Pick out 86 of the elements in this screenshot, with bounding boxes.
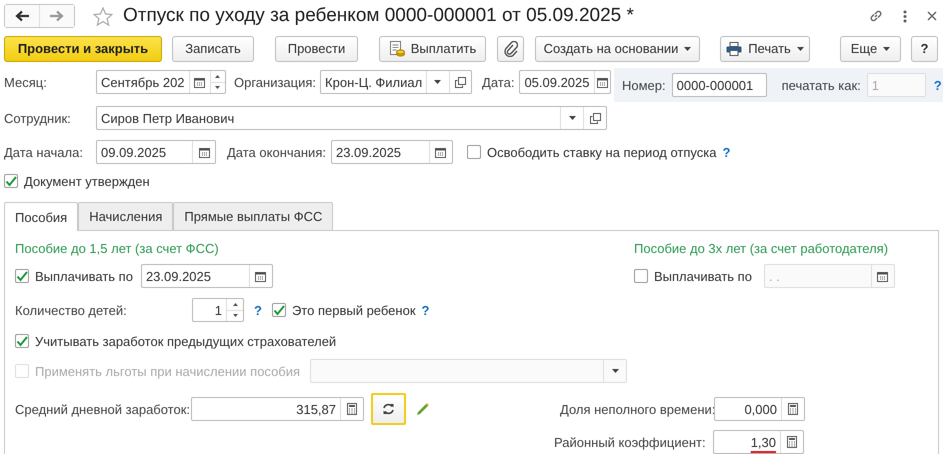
caret-icon [796, 46, 804, 50]
attach-button[interactable] [497, 36, 524, 62]
more-icon[interactable] [903, 10, 907, 22]
checkbox-label[interactable]: Документ утвержден [24, 174, 150, 188]
field-label: Районный коэффициент: [554, 434, 707, 450]
calendar-icon[interactable] [596, 76, 608, 88]
checkbox[interactable] [4, 174, 18, 188]
checkbox-label[interactable]: Освободить ставку на период отпуска [486, 144, 716, 160]
document-coins-icon [388, 40, 405, 56]
field-label: Доля неполного времени: [560, 402, 714, 416]
field-label: Количество детей: [15, 302, 127, 318]
post-and-close-button[interactable]: Провести и закрыть [4, 36, 162, 62]
field-label: Номер: [622, 78, 666, 92]
calculator-icon[interactable] [347, 403, 357, 415]
forward-arrow-icon [50, 10, 64, 22]
printer-icon [726, 42, 742, 56]
back-arrow-icon [15, 10, 29, 22]
caret-icon [883, 46, 890, 50]
link-icon[interactable] [869, 9, 883, 23]
field-label: Дата начала: [4, 144, 83, 160]
part-time-field[interactable]: 0,000 [714, 397, 805, 421]
employee-field[interactable]: Сиров Петр Иванович [96, 106, 607, 130]
checkbox[interactable] [272, 303, 286, 317]
menu-button[interactable]: Создать на основании [535, 36, 700, 62]
help-link[interactable]: ? [934, 78, 942, 92]
toolbar-button[interactable]: Записать [172, 36, 254, 62]
number-field[interactable]: 0000-000001 [672, 73, 767, 97]
open-icon[interactable] [454, 76, 466, 88]
checkbox-label[interactable]: Это первый ребенок [292, 302, 416, 318]
checkbox[interactable] [15, 334, 29, 348]
caret-icon [684, 46, 692, 50]
pay-button[interactable]: Выплатить [379, 36, 486, 62]
close-icon[interactable] [927, 11, 937, 21]
calculator-icon[interactable] [788, 403, 798, 415]
open-icon[interactable] [590, 112, 600, 124]
month-field[interactable]: Сентябрь 202 [96, 70, 226, 94]
calendar-icon[interactable] [198, 146, 210, 158]
checkbox[interactable] [466, 145, 481, 159]
field-label: Организация: [234, 74, 316, 90]
help-link[interactable]: ? [422, 302, 430, 318]
section-title: Пособие до 3х лет (за счет работодателя) [634, 240, 888, 256]
back-button[interactable] [5, 5, 39, 27]
section-title: Пособие до 1,5 лет (за счет ФСС) [15, 240, 220, 256]
date-field[interactable]: 23.09.2025 [140, 264, 273, 288]
field-label: Дата: [482, 74, 514, 90]
calendar-icon[interactable] [435, 146, 446, 158]
help-link[interactable]: ? [254, 302, 262, 318]
children-count-field[interactable]: 1 [192, 298, 244, 322]
calendar-icon[interactable] [255, 270, 266, 282]
field-label: Средний дневной заработок: [15, 402, 190, 416]
date-field[interactable]: 23.09.2025 [330, 140, 453, 164]
tab[interactable]: Начисления [78, 202, 174, 230]
refresh-icon [382, 403, 395, 415]
window-title: Отпуск по уходу за ребенком 0000-000001 от 05.09.2025 * [123, 5, 634, 27]
help-link[interactable]: ? [722, 144, 730, 160]
regional-coefficient-field[interactable]: 1,30 [713, 430, 804, 454]
average-earnings-field[interactable]: 315,87 [191, 397, 364, 421]
star-icon[interactable] [93, 6, 113, 26]
organization-field[interactable]: Крон-Ц. Филиал [320, 70, 472, 94]
checkbox-label[interactable]: Учитывать заработок предыдущих страхователей [35, 334, 336, 348]
spin-up-icon[interactable] [215, 74, 220, 78]
spin-down-icon[interactable] [232, 314, 238, 318]
print-button[interactable]: Печать [720, 36, 810, 62]
pencil-icon[interactable] [416, 402, 430, 416]
spin-down-icon[interactable] [215, 86, 220, 90]
menu-button[interactable]: Еще [840, 36, 901, 62]
caret-icon [612, 369, 619, 373]
spin-up-icon[interactable] [232, 302, 238, 306]
calculator-icon[interactable] [787, 436, 797, 448]
checkbox[interactable] [15, 269, 29, 283]
field-label: Дата окончания: [227, 144, 326, 160]
field-label: Месяц: [4, 74, 47, 90]
checkbox-label[interactable]: Выплачивать по [35, 268, 133, 284]
field-label: Сотрудник: [4, 110, 71, 126]
toolbar-button[interactable]: Провести [275, 36, 358, 62]
help-button[interactable]: ? [911, 36, 938, 62]
tab[interactable]: Прямые выплаты ФСС [173, 202, 334, 230]
calendar-icon[interactable] [194, 76, 206, 88]
date-field[interactable]: 05.09.2025 [519, 70, 612, 94]
field-label: печатать как: [782, 78, 861, 92]
tab[interactable]: Пособия [4, 202, 78, 231]
caret-icon [568, 116, 576, 120]
caret-icon [434, 80, 442, 84]
date-field[interactable]: 09.09.2025 [96, 140, 216, 164]
refresh-button[interactable] [371, 393, 406, 425]
paperclip-icon [504, 40, 518, 56]
